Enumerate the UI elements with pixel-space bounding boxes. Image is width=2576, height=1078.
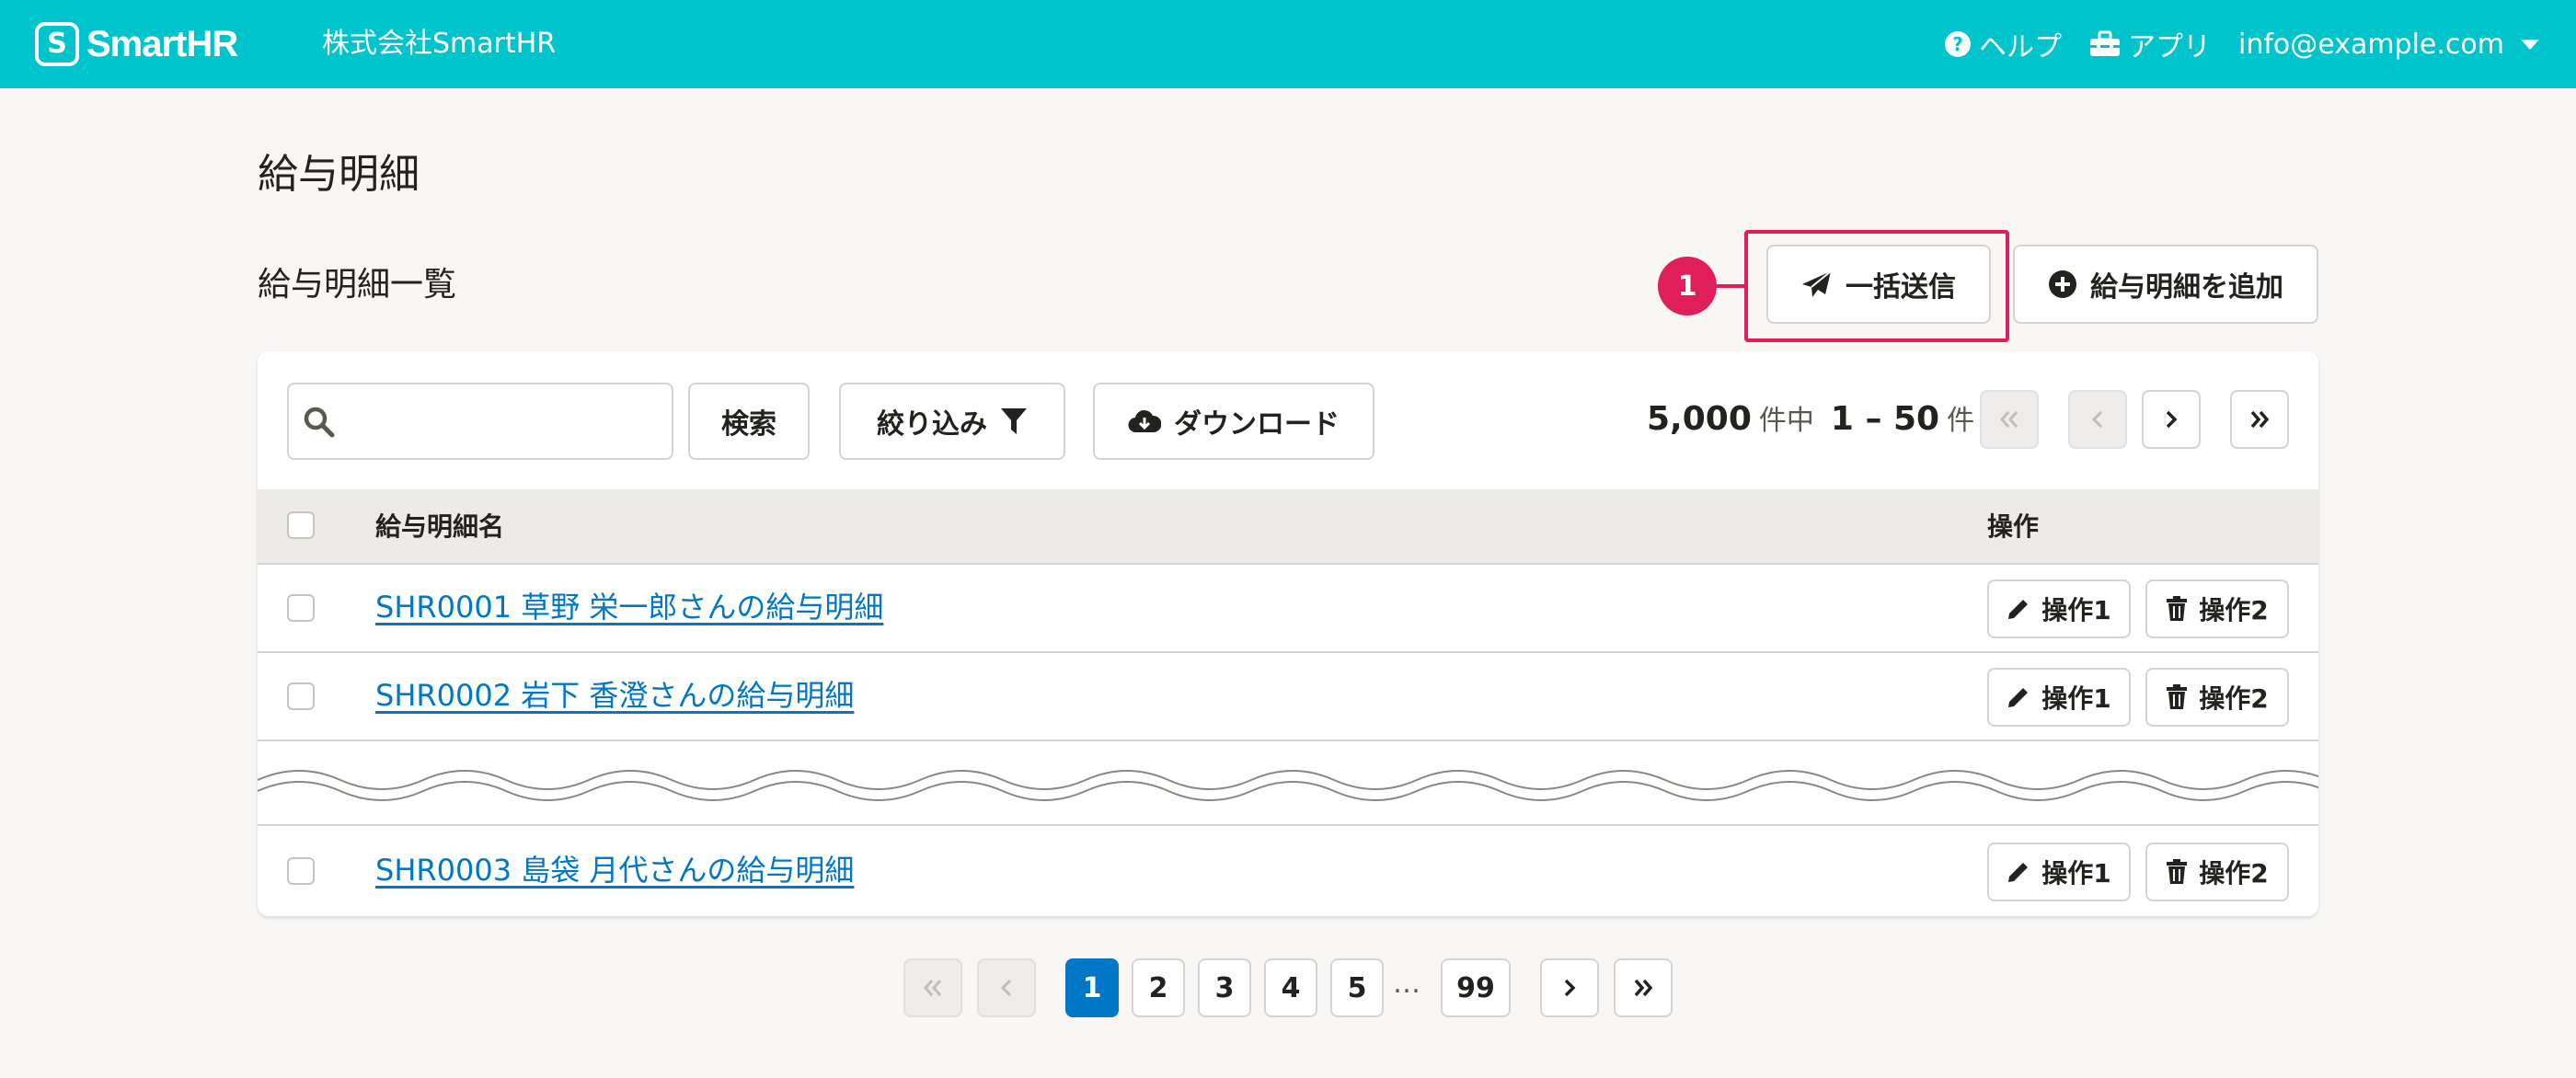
operation1-label: 操作1 xyxy=(2041,683,2111,714)
last-page-button[interactable] xyxy=(2230,390,2289,449)
trash-icon xyxy=(2166,859,2188,885)
pencil-icon xyxy=(2007,685,2030,709)
help-label: ヘルプ xyxy=(1979,31,2062,63)
operation2-button[interactable]: 操作2 xyxy=(2145,668,2289,727)
total-unit: 件中 xyxy=(1758,405,1814,437)
page-button-2[interactable]: 2 xyxy=(1132,958,1185,1017)
page-button-1[interactable]: 1 xyxy=(1065,958,1119,1017)
table-row: SHR0003 島袋 月代さんの給与明細 操作1 操作2 xyxy=(258,828,2318,916)
operation1-label: 操作1 xyxy=(2041,595,2111,625)
apps-label: アプリ xyxy=(2128,31,2211,63)
pencil-icon xyxy=(2007,860,2030,884)
operation2-button[interactable]: 操作2 xyxy=(2145,843,2289,901)
svg-text:?: ? xyxy=(1952,33,1963,55)
trash-icon xyxy=(2166,596,2188,622)
range-unit: 件 xyxy=(1947,405,1975,437)
logo-text: SmartHR xyxy=(86,23,238,64)
search-button[interactable]: 検索 xyxy=(688,383,810,460)
pagination-first-button[interactable] xyxy=(903,958,962,1017)
operation2-label: 操作2 xyxy=(2199,595,2269,625)
double-chevron-left-icon xyxy=(1998,409,2020,430)
app-header: S SmartHR 株式会社SmartHR ? ヘルプ アプリ info@exa… xyxy=(0,0,2576,88)
chevron-right-icon xyxy=(2164,409,2179,430)
filter-label: 絞り込み xyxy=(877,408,987,441)
annotation-connector xyxy=(1717,284,1746,288)
download-label: ダウンロード xyxy=(1174,408,1340,441)
bulk-send-button[interactable]: 一括送信 xyxy=(1766,245,1991,324)
tenant-name: 株式会社SmartHR xyxy=(322,28,557,60)
annotation-badge: 1 xyxy=(1658,257,1717,315)
column-header-actions: 操作 xyxy=(1987,511,2040,542)
double-chevron-right-icon xyxy=(2248,409,2271,430)
user-email: info@example.com xyxy=(2238,28,2504,61)
payslip-table-panel: 検索 絞り込み ダウンロード 5,000 件中 1 – 50 件 給与明細名 操… xyxy=(257,351,2329,916)
wave-line-icon xyxy=(257,770,2329,801)
help-link[interactable]: ? ヘルプ xyxy=(1944,24,2062,64)
record-count: 5,000 件中 1 – 50 件 xyxy=(1647,397,1974,443)
page-button-last[interactable]: 99 xyxy=(1441,958,1511,1017)
pagination-next-button[interactable] xyxy=(1540,958,1599,1017)
table-header: 給与明細名 操作 xyxy=(258,489,2318,565)
pagination-last-button[interactable] xyxy=(1614,958,1673,1017)
double-chevron-left-icon xyxy=(922,978,944,998)
payslip-link[interactable]: SHR0001 草野 栄一郎さんの給与明細 xyxy=(375,589,883,625)
search-icon xyxy=(304,407,335,442)
search-input[interactable] xyxy=(348,394,661,449)
page-button-3[interactable]: 3 xyxy=(1198,958,1251,1017)
search-field[interactable] xyxy=(287,383,673,460)
range: 1 – 50 xyxy=(1830,400,1940,438)
next-page-button[interactable] xyxy=(2142,390,2201,449)
toolbox-icon xyxy=(2089,30,2121,58)
total-count: 5,000 xyxy=(1647,400,1752,438)
filter-button[interactable]: 絞り込み xyxy=(839,383,1065,460)
payslip-link[interactable]: SHR0003 島袋 月代さんの給与明細 xyxy=(375,852,854,889)
payslip-link[interactable]: SHR0002 岩下 香澄さんの給与明細 xyxy=(375,677,854,714)
select-all-checkbox[interactable] xyxy=(287,511,315,539)
operation2-label: 操作2 xyxy=(2199,858,2269,889)
help-icon: ? xyxy=(1944,30,1972,58)
table-row: SHR0001 草野 栄一郎さんの給与明細 操作1 操作2 xyxy=(258,565,2318,653)
page-button-5[interactable]: 5 xyxy=(1330,958,1384,1017)
chevron-left-icon xyxy=(999,978,1014,998)
row-checkbox[interactable] xyxy=(287,857,315,885)
cloud-download-icon xyxy=(1128,408,1161,434)
search-button-label: 検索 xyxy=(721,408,776,441)
operation2-label: 操作2 xyxy=(2199,683,2269,714)
pencil-icon xyxy=(2007,597,2030,621)
operation1-button[interactable]: 操作1 xyxy=(1987,843,2131,901)
operation2-button[interactable]: 操作2 xyxy=(2145,579,2289,638)
logo-mark-icon: S xyxy=(35,22,79,66)
pagination-prev-button[interactable] xyxy=(977,958,1036,1017)
column-header-name: 給与明細名 xyxy=(375,511,505,542)
add-payslip-label: 給与明細を追加 xyxy=(2090,271,2283,304)
download-button[interactable]: ダウンロード xyxy=(1093,383,1374,460)
table-row: SHR0002 岩下 香澄さんの給与明細 操作1 操作2 xyxy=(258,653,2318,741)
first-page-button[interactable] xyxy=(1980,390,2039,449)
bulk-send-label: 一括送信 xyxy=(1846,271,1956,304)
caret-down-icon xyxy=(2521,39,2539,50)
prev-page-button[interactable] xyxy=(2068,390,2127,449)
operation1-button[interactable]: 操作1 xyxy=(1987,668,2131,727)
user-menu[interactable]: info@example.com xyxy=(2238,29,2539,61)
row-checkbox[interactable] xyxy=(287,594,315,622)
smarthr-logo[interactable]: S SmartHR xyxy=(35,20,238,68)
page-title: 給与明細 xyxy=(258,151,420,198)
add-payslip-button[interactable]: 給与明細を追加 xyxy=(2013,245,2318,324)
omitted-rows-divider xyxy=(257,743,2329,826)
funnel-icon xyxy=(1000,407,1028,436)
section-title: 給与明細一覧 xyxy=(258,266,457,304)
paper-plane-icon xyxy=(1801,270,1833,298)
plus-circle-icon xyxy=(2048,270,2077,299)
trash-icon xyxy=(2166,684,2188,710)
double-chevron-right-icon xyxy=(1632,978,1654,998)
page-button-4[interactable]: 4 xyxy=(1264,958,1317,1017)
operation1-button[interactable]: 操作1 xyxy=(1987,579,2131,638)
apps-link[interactable]: アプリ xyxy=(2089,24,2211,64)
row-checkbox[interactable] xyxy=(287,682,315,710)
pagination-ellipsis: … xyxy=(1393,968,1420,1000)
chevron-right-icon xyxy=(1562,978,1577,998)
chevron-left-icon xyxy=(2090,409,2105,430)
header-menu: ? ヘルプ アプリ info@example.com xyxy=(1916,22,2539,66)
operation1-label: 操作1 xyxy=(2041,858,2111,889)
